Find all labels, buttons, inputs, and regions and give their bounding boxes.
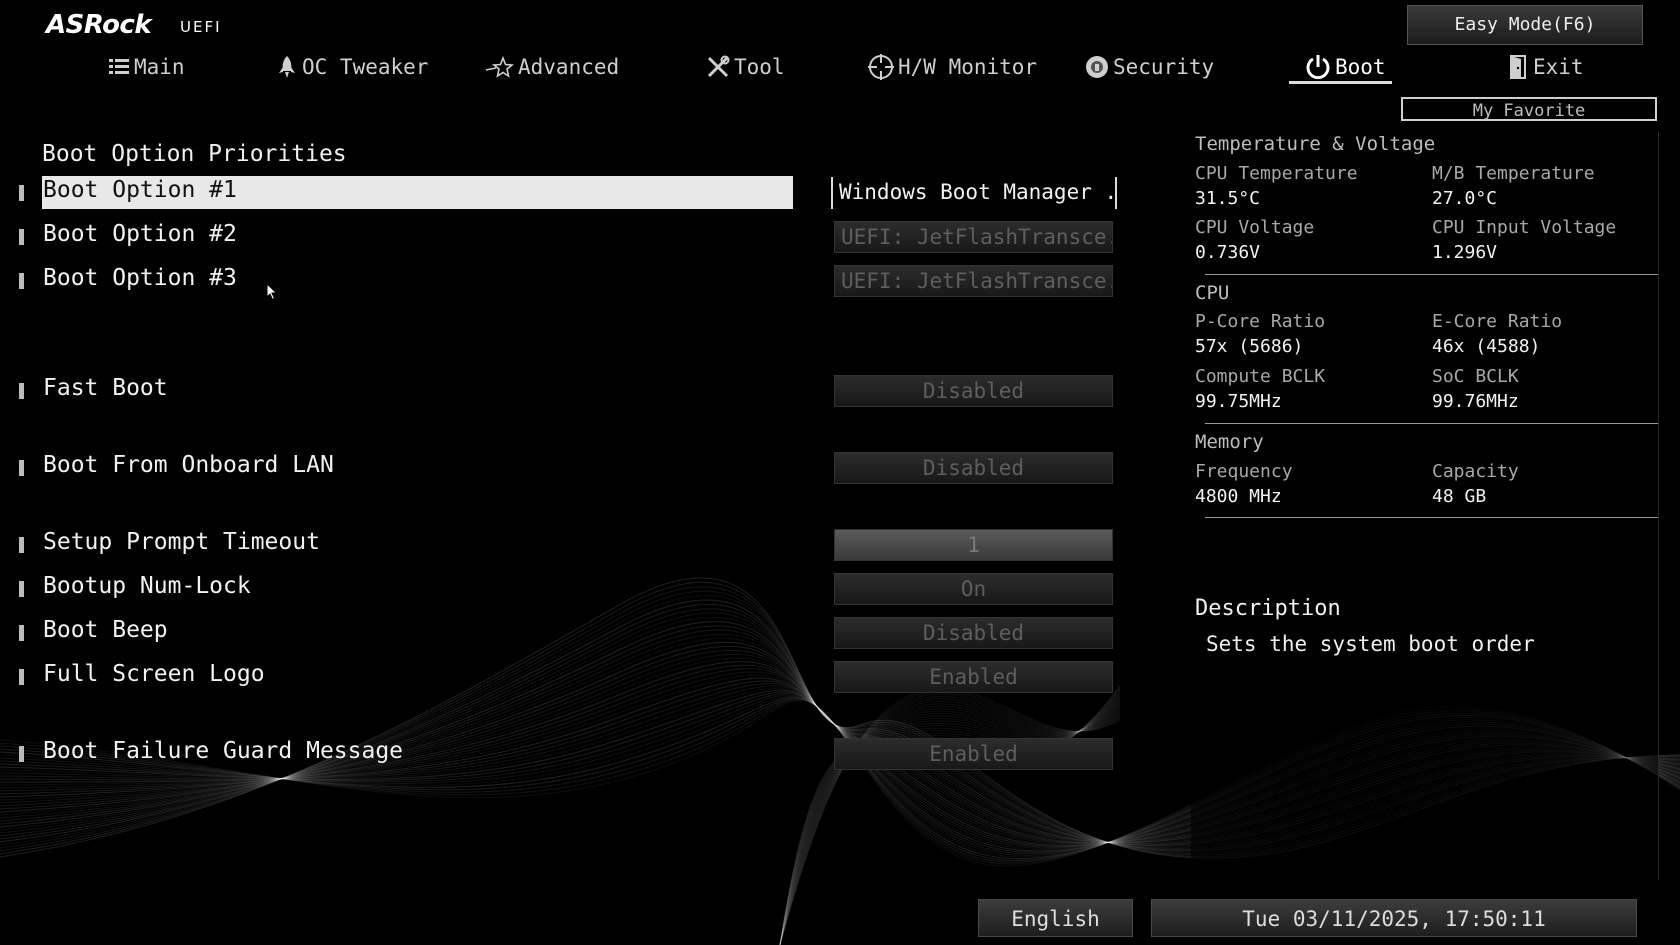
mouse-cursor-icon bbox=[266, 283, 278, 301]
row-marker bbox=[19, 581, 24, 597]
compute-bclk-value: 99.75MHz bbox=[1195, 391, 1282, 412]
active-tab-underline bbox=[1289, 81, 1392, 84]
tab-label: Tool bbox=[734, 55, 785, 79]
my-favorite-button[interactable]: My Favorite bbox=[1401, 97, 1657, 121]
boot-from-onboard-lan-label[interactable]: Boot From Onboard LAN bbox=[43, 452, 334, 478]
boot-beep-value[interactable]: Disabled bbox=[834, 617, 1113, 649]
crosshair-icon bbox=[868, 54, 894, 80]
cpu-voltage-label: CPU Voltage bbox=[1195, 217, 1315, 238]
tab-security[interactable]: Security bbox=[1085, 50, 1214, 84]
full-screen-logo-value[interactable]: Enabled bbox=[834, 661, 1113, 693]
row-marker bbox=[19, 229, 24, 245]
tab-tool[interactable]: Tool bbox=[706, 50, 785, 84]
setup-prompt-timeout-label[interactable]: Setup Prompt Timeout bbox=[43, 529, 320, 555]
row-marker bbox=[19, 669, 24, 685]
memory-frequency-label: Frequency bbox=[1195, 461, 1293, 482]
boot-option-3-label[interactable]: Boot Option #3 bbox=[43, 265, 237, 291]
row-marker bbox=[19, 185, 24, 201]
boot-failure-guard-message-value[interactable]: Enabled bbox=[834, 738, 1113, 770]
description-text: Sets the system boot order bbox=[1206, 632, 1535, 656]
row-marker bbox=[19, 537, 24, 553]
cpu-voltage-value: 0.736V bbox=[1195, 242, 1261, 263]
divider bbox=[1205, 517, 1658, 518]
tab-label: Main bbox=[134, 55, 185, 79]
boot-option-2-value[interactable]: UEFI: JetFlashTransce... bbox=[834, 221, 1113, 253]
tab-label: Boot bbox=[1335, 55, 1386, 79]
boot-option-priorities-title: Boot Option Priorities bbox=[42, 141, 347, 167]
temp-voltage-title: Temperature & Voltage bbox=[1195, 133, 1436, 155]
language-button[interactable]: English bbox=[978, 899, 1133, 937]
row-marker bbox=[19, 273, 24, 289]
p-core-ratio-label: P-Core Ratio bbox=[1195, 311, 1326, 332]
row-marker bbox=[19, 460, 24, 476]
boot-option-1-label[interactable]: Boot Option #1 bbox=[43, 177, 237, 203]
tab-oc-tweaker[interactable]: OC Tweaker bbox=[276, 50, 428, 84]
wrench-icon bbox=[707, 55, 730, 78]
e-core-ratio-label: E-Core Ratio bbox=[1432, 311, 1563, 332]
soc-bclk-label: SoC BCLK bbox=[1432, 366, 1519, 387]
boot-option-2-label[interactable]: Boot Option #2 bbox=[43, 221, 237, 247]
asrock-logo: ASRock bbox=[46, 10, 152, 40]
row-marker bbox=[19, 383, 24, 399]
soc-bclk-value: 99.76MHz bbox=[1432, 391, 1519, 412]
tab-label: OC Tweaker bbox=[302, 55, 429, 79]
cpu-input-voltage-label: CPU Input Voltage bbox=[1432, 217, 1617, 238]
setup-prompt-timeout-value[interactable]: 1 bbox=[834, 529, 1113, 561]
e-core-ratio-value: 46x (4588) bbox=[1432, 336, 1541, 357]
tab-main[interactable]: Main bbox=[108, 50, 185, 84]
boot-failure-guard-message-label[interactable]: Boot Failure Guard Message bbox=[43, 738, 403, 764]
compute-bclk-label: Compute BCLK bbox=[1195, 366, 1326, 387]
rocket-icon bbox=[279, 56, 295, 78]
tab-label: Exit bbox=[1533, 55, 1584, 79]
star-icon bbox=[485, 56, 514, 78]
bootup-num-lock-value[interactable]: On bbox=[834, 573, 1113, 605]
tab-boot[interactable]: Boot bbox=[1305, 50, 1386, 84]
tab-label: H/W Monitor bbox=[898, 55, 1038, 79]
full-screen-logo-label[interactable]: Full Screen Logo bbox=[43, 661, 265, 687]
tab-exit[interactable]: Exit bbox=[1509, 50, 1584, 84]
row-marker bbox=[19, 746, 24, 762]
boot-option-3-value[interactable]: UEFI: JetFlashTransce... bbox=[834, 265, 1113, 297]
mb-temperature-value: 27.0°C bbox=[1432, 188, 1498, 209]
mb-temperature-label: M/B Temperature bbox=[1432, 163, 1595, 184]
date-time-display: Tue 03/11/2025, 17:50:11 bbox=[1151, 899, 1637, 937]
divider bbox=[1205, 423, 1658, 424]
tab-hw-monitor[interactable]: H/W Monitor bbox=[868, 50, 1037, 84]
boot-option-1-value[interactable]: Windows Boot Manager ... bbox=[831, 177, 1117, 209]
row-marker bbox=[19, 625, 24, 641]
memory-frequency-value: 4800 MHz bbox=[1195, 486, 1282, 507]
power-icon bbox=[1306, 55, 1330, 80]
tab-label: Security bbox=[1113, 55, 1215, 79]
list-icon bbox=[109, 59, 129, 74]
tab-label: Advanced bbox=[518, 55, 620, 79]
memory-capacity-value: 48 GB bbox=[1432, 486, 1487, 507]
cpu-temperature-value: 31.5°C bbox=[1195, 188, 1261, 209]
boot-beep-label[interactable]: Boot Beep bbox=[43, 617, 168, 643]
tab-advanced[interactable]: Advanced bbox=[484, 50, 619, 84]
shield-icon bbox=[1086, 56, 1108, 78]
uefi-logo-text: UEFI bbox=[180, 18, 222, 36]
memory-capacity-label: Capacity bbox=[1432, 461, 1519, 482]
fast-boot-label[interactable]: Fast Boot bbox=[43, 375, 168, 401]
door-icon bbox=[1510, 55, 1526, 79]
cpu-temperature-label: CPU Temperature bbox=[1195, 163, 1358, 184]
cpu-section-title: CPU bbox=[1195, 282, 1230, 304]
divider bbox=[1205, 274, 1658, 275]
cpu-input-voltage-value: 1.296V bbox=[1432, 242, 1498, 263]
p-core-ratio-value: 57x (5686) bbox=[1195, 336, 1304, 357]
description-title: Description bbox=[1195, 596, 1341, 621]
memory-section-title: Memory bbox=[1195, 431, 1264, 453]
boot-from-onboard-lan-value[interactable]: Disabled bbox=[834, 452, 1113, 484]
fast-boot-value[interactable]: Disabled bbox=[834, 375, 1113, 407]
easy-mode-button[interactable]: Easy Mode(F6) bbox=[1407, 5, 1643, 45]
bootup-num-lock-label[interactable]: Bootup Num-Lock bbox=[43, 573, 251, 599]
